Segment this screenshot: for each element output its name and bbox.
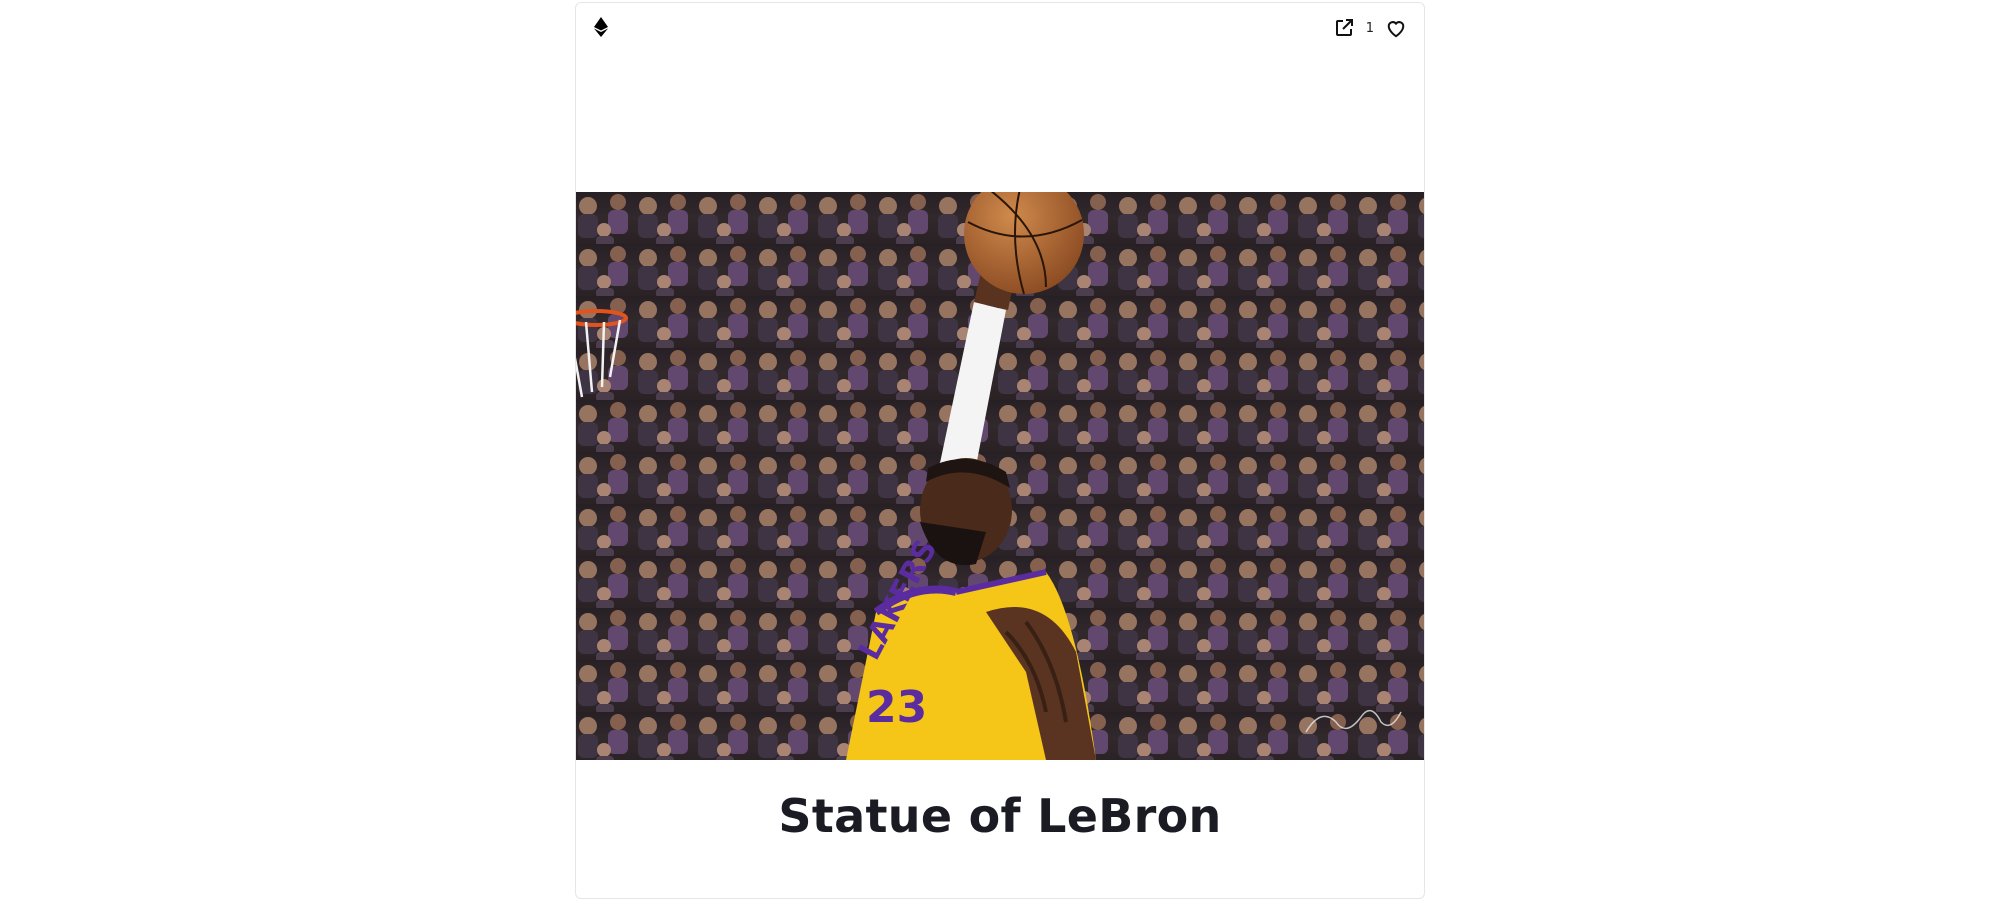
ethereum-icon <box>593 16 609 38</box>
nft-image[interactable]: LAKERS 23 <box>576 192 1424 760</box>
card-actions: 1 <box>1332 15 1408 41</box>
heart-icon[interactable] <box>1384 16 1408 40</box>
nft-card[interactable]: 1 LAKERS 23 Statue of LeBron <box>575 2 1425 899</box>
nft-image-graphic: LAKERS 23 <box>576 192 1424 760</box>
card-header: 1 <box>576 3 1424 51</box>
nft-title: Statue of LeBron <box>778 789 1222 843</box>
svg-text:23: 23 <box>866 682 927 733</box>
like-count: 1 <box>1365 20 1374 36</box>
external-link-icon[interactable] <box>1332 16 1356 40</box>
